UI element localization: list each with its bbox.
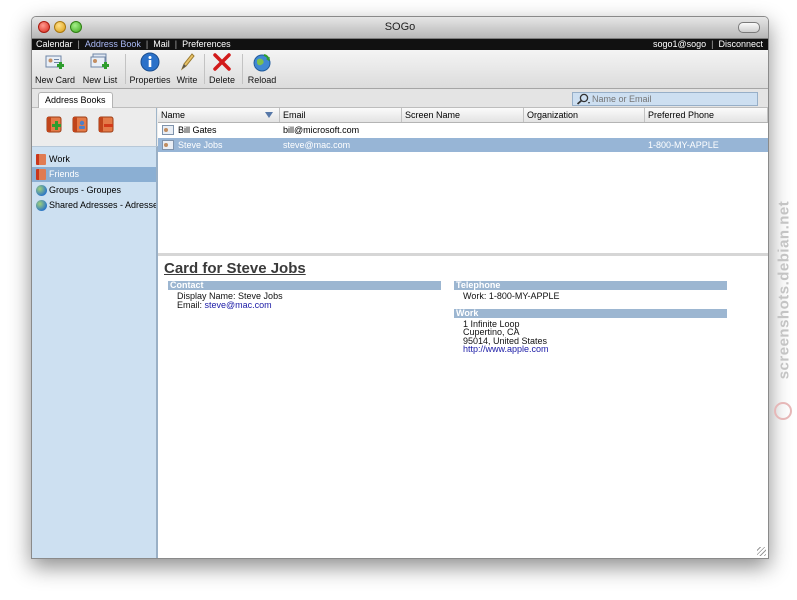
sidebar-item-groups[interactable]: Groups - Groupes: [32, 183, 156, 198]
app-window: SOGo Calendar | Address Book | Mail | Preferen…: [31, 16, 769, 559]
section-header-telephone: Telephone: [454, 281, 727, 290]
watermark-text: screenshots.debian.net: [775, 200, 793, 380]
work-phone-value: 1-800-MY-APPLE: [488, 291, 560, 301]
title-bar: SOGo: [32, 17, 768, 39]
subscribe-address-book-icon[interactable]: [72, 116, 89, 133]
column-header-organization[interactable]: Organization: [524, 108, 645, 122]
nav-address-book[interactable]: Address Book: [85, 39, 141, 49]
tab-address-books[interactable]: Address Books: [38, 92, 113, 108]
search-icon[interactable]: [576, 93, 591, 107]
table-row[interactable]: Bill Gates bill@microsoft.com: [158, 123, 768, 137]
column-header-preferred-phone[interactable]: Preferred Phone: [645, 108, 768, 122]
sidebar-item-label: Groups - Groupes: [49, 185, 122, 195]
current-user: sogo1@sogo: [652, 39, 707, 49]
sort-descending-icon: [265, 112, 273, 118]
new-list-label: New List: [82, 75, 118, 85]
column-header-screen-name[interactable]: Screen Name: [402, 108, 524, 122]
remove-address-book-icon[interactable]: [98, 116, 115, 133]
card-title: Card for Steve Jobs: [164, 260, 306, 277]
contact-email: bill@microsoft.com: [283, 125, 360, 135]
new-card-icon: [45, 52, 65, 72]
reload-label: Reload: [247, 75, 277, 85]
column-header-name[interactable]: Name: [158, 108, 280, 122]
toolbar-separator: [204, 54, 205, 84]
disconnect-link[interactable]: Disconnect: [718, 39, 763, 49]
toolbar: New Card New List Properties Write Delet…: [32, 50, 768, 89]
sidebar-item-label: Shared Adresses - Adresses: [49, 200, 156, 210]
section-header-contact: Contact: [168, 281, 441, 290]
window-title: SOGo: [384, 21, 416, 33]
reload-globe-icon: [252, 52, 272, 72]
work-url-link[interactable]: http://www.apple.com: [463, 345, 549, 354]
address-book-actions: [32, 108, 157, 146]
sidebar-item-shared-adresses[interactable]: Shared Adresses - Adresses: [32, 198, 156, 213]
contact-phone: 1-800-MY-APPLE: [648, 140, 719, 150]
nav-calendar[interactable]: Calendar: [36, 39, 73, 49]
column-header-email[interactable]: Email: [280, 108, 402, 122]
work-phone-line: Work: 1-800-MY-APPLE: [463, 292, 560, 301]
table-row[interactable]: Steve Jobs steve@mac.com 1-800-MY-APPLE: [158, 138, 768, 152]
sidebar-item-label: Work: [49, 154, 70, 164]
add-address-book-icon[interactable]: [46, 116, 63, 133]
globe-icon: [36, 200, 47, 211]
globe-icon: [36, 185, 47, 196]
nav-preferences[interactable]: Preferences: [182, 39, 231, 49]
contact-card-icon: [162, 125, 174, 135]
address-book-list: Work Friends Groups - Groupes Shared Adr…: [32, 146, 158, 558]
email-link[interactable]: steve@mac.com: [205, 300, 272, 310]
contact-name: Steve Jobs: [178, 140, 223, 150]
watermark: screenshots.debian.net: [770, 180, 797, 440]
properties-label: Properties: [129, 75, 171, 85]
section-header-work: Work: [454, 309, 727, 318]
column-header-label: Name: [161, 110, 186, 120]
nav-mail[interactable]: Mail: [153, 39, 170, 49]
info-icon: [140, 52, 160, 72]
toolbar-toggle-button[interactable]: [738, 22, 760, 33]
sidebar-item-label: Friends: [49, 169, 80, 179]
toolbar-separator: [242, 54, 243, 84]
new-card-button[interactable]: New Card: [35, 52, 75, 85]
address-book-icon: [36, 169, 46, 180]
search-field[interactable]: [572, 92, 758, 106]
email-line: Email: steve@mac.com: [177, 301, 272, 310]
module-nav: Calendar | Address Book | Mail | Preferences s…: [32, 39, 768, 50]
new-list-icon: [90, 52, 110, 72]
write-label: Write: [176, 75, 198, 85]
toolbar-separator: [125, 54, 126, 84]
table-header: Name Email Screen Name Organization Pref…: [158, 108, 768, 123]
new-card-label: New Card: [35, 75, 76, 85]
address-book-icon: [36, 154, 46, 165]
search-input[interactable]: [592, 93, 752, 105]
resize-grip[interactable]: [757, 547, 766, 556]
delete-label: Delete: [208, 75, 235, 85]
new-list-button[interactable]: New List: [80, 52, 120, 85]
contact-email: steve@mac.com: [283, 140, 351, 150]
sidebar-item-work[interactable]: Work: [32, 152, 156, 167]
reload-button[interactable]: Reload: [245, 52, 279, 85]
contact-card-view: Card for Steve Jobs Contact Display Name…: [158, 256, 768, 558]
contact-card-icon: [162, 140, 174, 150]
pen-icon: [177, 52, 197, 72]
delete-x-icon: [212, 52, 232, 72]
contacts-table: Name Email Screen Name Organization Pref…: [158, 108, 768, 256]
sidebar-item-friends[interactable]: Friends: [32, 167, 156, 182]
delete-button[interactable]: Delete: [207, 52, 237, 85]
debian-swirl-icon: [774, 402, 792, 420]
work-phone-label: Work:: [463, 291, 487, 301]
email-label: Email:: [177, 300, 203, 310]
tab-strip: Address Books: [32, 89, 768, 108]
contact-name: Bill Gates: [178, 125, 217, 135]
properties-button[interactable]: Properties: [128, 52, 172, 85]
write-button[interactable]: Write: [174, 52, 200, 85]
